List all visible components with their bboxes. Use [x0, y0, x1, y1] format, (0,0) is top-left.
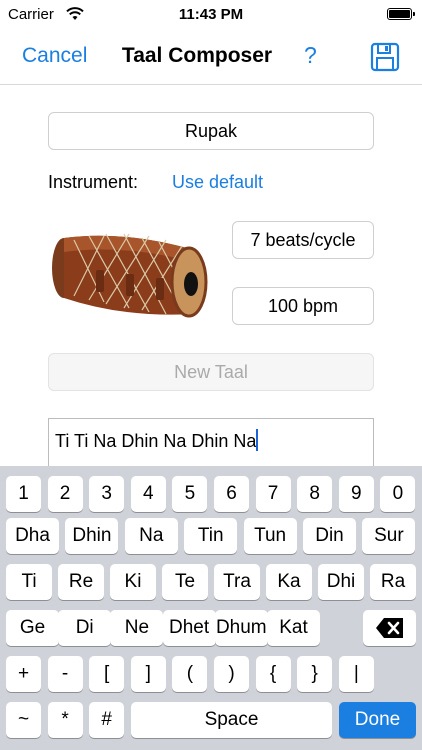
key-dhin[interactable]: Dhin — [65, 518, 119, 554]
key-sur[interactable]: Sur — [362, 518, 416, 554]
key-5[interactable]: 5 — [172, 476, 208, 512]
key-lparen[interactable]: ( — [172, 656, 208, 692]
key-kat[interactable]: Kat — [267, 610, 320, 646]
key-9[interactable]: 9 — [338, 476, 374, 512]
key-8[interactable]: 8 — [297, 476, 333, 512]
backspace-button[interactable] — [363, 610, 416, 646]
page-title: Taal Composer — [121, 44, 273, 67]
key-minus[interactable]: - — [47, 656, 83, 692]
key-ki[interactable]: Ki — [110, 564, 156, 600]
key-tilde[interactable]: ~ — [6, 702, 41, 738]
key-star[interactable]: * — [47, 702, 83, 738]
bols-text: Ti Ti Na Dhin Na Dhin Na — [55, 431, 257, 451]
custom-keyboard: 1 2 3 4 5 6 7 8 9 0 Dha Dhin Na Tin Tun Din Sur Ti Re Ki Te T… — [0, 466, 422, 750]
key-dhet[interactable]: Dhet — [162, 610, 216, 646]
beats-per-cycle-field[interactable]: 7 beats/cycle — [232, 221, 374, 259]
battery-icon — [387, 8, 415, 20]
instrument-label: Instrument: — [48, 172, 139, 192]
status-bar: Carrier 11:43 PM — [0, 0, 422, 32]
key-plus[interactable]: + — [6, 656, 41, 692]
key-na[interactable]: Na — [124, 518, 178, 554]
backspace-icon — [375, 618, 403, 638]
key-rbrace[interactable]: } — [297, 656, 333, 692]
key-ti[interactable]: Ti — [6, 564, 52, 600]
key-dha[interactable]: Dha — [6, 518, 59, 554]
key-6[interactable]: 6 — [214, 476, 249, 512]
new-taal-button[interactable]: New Taal — [48, 353, 374, 391]
key-re[interactable]: Re — [58, 564, 104, 600]
key-ra[interactable]: Ra — [370, 564, 416, 600]
key-4[interactable]: 4 — [130, 476, 166, 512]
key-tun[interactable]: Tun — [243, 518, 297, 554]
key-0[interactable]: 0 — [380, 476, 416, 512]
key-dhum[interactable]: Dhum — [214, 610, 268, 646]
key-ge[interactable]: Ge — [6, 610, 59, 646]
instrument-select-button[interactable]: Use default — [172, 172, 263, 193]
key-ka[interactable]: Ka — [266, 564, 312, 600]
key-2[interactable]: 2 — [47, 476, 83, 512]
tempo-bpm-field[interactable]: 100 bpm — [232, 287, 374, 325]
key-lbrace[interactable]: { — [255, 656, 291, 692]
key-di[interactable]: Di — [58, 610, 112, 646]
bols-text-input[interactable]: Ti Ti Na Dhin Na Dhin Na — [48, 418, 374, 466]
key-dhi[interactable]: Dhi — [318, 564, 364, 600]
key-hash[interactable]: # — [89, 702, 125, 738]
pakhawaj-drum-image — [52, 233, 208, 318]
key-1[interactable]: 1 — [6, 476, 41, 512]
space-key[interactable]: Space — [131, 702, 332, 738]
key-pipe[interactable]: | — [338, 656, 374, 692]
key-te[interactable]: Te — [162, 564, 208, 600]
key-tra[interactable]: Tra — [214, 564, 260, 600]
key-rparen[interactable]: ) — [214, 656, 249, 692]
navigation-bar: Cancel Taal Composer ? — [0, 32, 422, 85]
key-tin[interactable]: Tin — [184, 518, 238, 554]
key-ne[interactable]: Ne — [110, 610, 164, 646]
clock: 11:43 PM — [178, 6, 244, 23]
key-7[interactable]: 7 — [255, 476, 291, 512]
key-lbracket[interactable]: [ — [89, 656, 125, 692]
done-key[interactable]: Done — [339, 702, 416, 738]
key-3[interactable]: 3 — [89, 476, 125, 512]
key-din[interactable]: Din — [303, 518, 356, 554]
taal-name-field[interactable]: Rupak — [48, 112, 374, 150]
text-caret — [256, 429, 259, 451]
help-button[interactable]: ? — [304, 42, 317, 69]
save-icon[interactable] — [370, 42, 400, 72]
key-rbracket[interactable]: ] — [130, 656, 166, 692]
